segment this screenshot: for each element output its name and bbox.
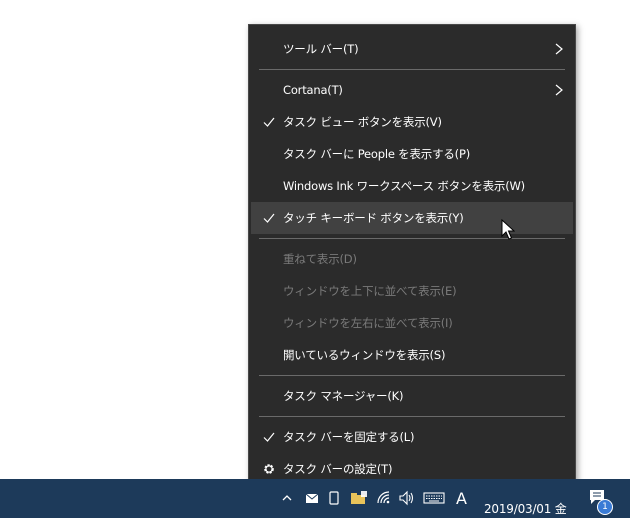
mail-icon[interactable] xyxy=(305,490,319,506)
menu-item-toolbars[interactable]: ツール バー(T) xyxy=(251,33,573,65)
menu-item-label: タスク マネージャー(K) xyxy=(283,389,404,403)
menu-separator xyxy=(259,416,565,417)
menu-separator xyxy=(259,238,565,239)
menu-item-label: タッチ キーボード ボタンを表示(Y) xyxy=(283,211,464,225)
menu-item-label: Cortana(T) xyxy=(283,83,343,97)
chevron-up-icon[interactable] xyxy=(281,490,293,506)
menu-item-lock-taskbar[interactable]: タスク バーを固定する(L) xyxy=(251,421,573,453)
mouse-cursor-icon xyxy=(501,219,515,240)
menu-item-label: ツール バー(T) xyxy=(283,42,359,56)
menu-item-label: タスク バーに People を表示する(P) xyxy=(283,147,470,161)
notification-count-badge: 1 xyxy=(597,499,613,515)
menu-item-label: 開いているウィンドウを表示(S) xyxy=(283,348,446,362)
taskbar-context-menu: ツール バー(T) Cortana(T) タスク ビュー ボタンを表示(V) タ… xyxy=(248,24,576,494)
menu-item-cascade[interactable]: 重ねて表示(D) xyxy=(251,243,573,275)
phone-icon[interactable] xyxy=(328,490,340,506)
menu-item-show-people[interactable]: タスク バーに People を表示する(P) xyxy=(251,138,573,170)
menu-item-label: タスク バーを固定する(L) xyxy=(283,430,415,444)
checkmark-icon xyxy=(263,432,275,442)
menu-item-show-windows-ink[interactable]: Windows Ink ワークスペース ボタンを表示(W) xyxy=(251,170,573,202)
chevron-right-icon xyxy=(555,84,563,96)
menu-separator xyxy=(259,375,565,376)
menu-item-label: ウィンドウを左右に並べて表示(I) xyxy=(283,316,453,330)
volume-icon[interactable] xyxy=(398,490,416,506)
keyboard-icon[interactable] xyxy=(423,490,445,506)
menu-item-label: タスク ビュー ボタンを表示(V) xyxy=(283,115,442,129)
menu-item-show-task-view[interactable]: タスク ビュー ボタンを表示(V) xyxy=(251,106,573,138)
checkmark-icon xyxy=(263,117,275,127)
menu-item-show-desktop-windows[interactable]: 開いているウィンドウを表示(S) xyxy=(251,339,573,371)
wifi-icon[interactable] xyxy=(376,490,392,506)
taskbar-clock[interactable]: 2019/03/01 金 xyxy=(484,500,567,517)
menu-separator xyxy=(259,69,565,70)
menu-item-label: 重ねて表示(D) xyxy=(283,252,357,266)
menu-item-cortana[interactable]: Cortana(T) xyxy=(251,74,573,106)
menu-item-show-touch-keyboard[interactable]: タッチ キーボード ボタンを表示(Y) xyxy=(251,202,573,234)
chevron-right-icon xyxy=(555,43,563,55)
menu-item-label: ウィンドウを上下に並べて表示(E) xyxy=(283,284,457,298)
menu-item-label: Windows Ink ワークスペース ボタンを表示(W) xyxy=(283,179,525,193)
menu-item-task-manager[interactable]: タスク マネージャー(K) xyxy=(251,380,573,412)
menu-item-stack-windows[interactable]: ウィンドウを上下に並べて表示(E) xyxy=(251,275,573,307)
folder-icon[interactable] xyxy=(350,490,368,506)
menu-item-side-by-side[interactable]: ウィンドウを左右に並べて表示(I) xyxy=(251,307,573,339)
checkmark-icon xyxy=(263,213,275,223)
menu-item-label: タスク バーの設定(T) xyxy=(283,462,393,476)
ime-indicator[interactable]: A xyxy=(456,489,467,508)
gear-icon xyxy=(264,464,274,474)
